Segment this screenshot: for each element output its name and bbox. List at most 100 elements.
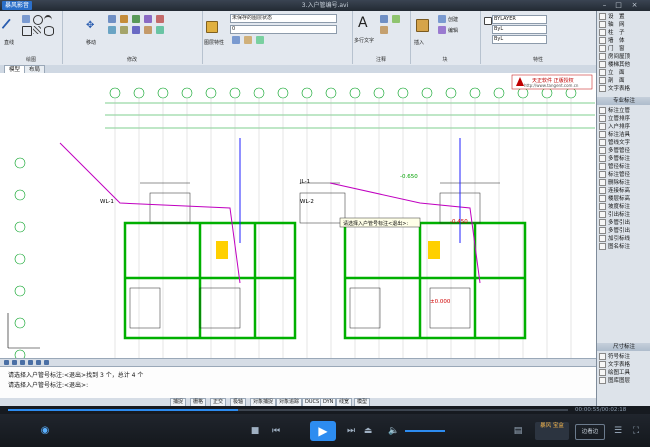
layer-state-combo[interactable]: 未保存的图层状态 (230, 14, 337, 23)
section-header-dimension[interactable]: 尺寸标注 (597, 343, 650, 351)
toolbox-icon[interactable]: ▤ (512, 426, 524, 436)
panel-item[interactable]: 多管标注 (599, 155, 649, 163)
panel-item[interactable]: 标注立管 (599, 107, 649, 115)
ellipse-icon[interactable] (44, 26, 54, 36)
panel-item[interactable]: 立管排序 (599, 115, 649, 123)
panel-item[interactable]: 文字表格 (599, 85, 649, 93)
panel-item[interactable]: 剖 面 (599, 77, 649, 85)
next-icon[interactable]: ⏭ (345, 426, 357, 436)
color-combo[interactable]: BYLAYER (492, 15, 547, 24)
eject-icon[interactable]: ⏏ (362, 426, 374, 436)
minimize-icon[interactable]: – (600, 1, 609, 10)
panel-item[interactable]: 引出标注 (599, 211, 649, 219)
panel-item[interactable]: 管径标注 (599, 163, 649, 171)
lineweight-combo[interactable]: ByL (492, 35, 547, 44)
scale-icon[interactable] (120, 26, 128, 34)
linetype-combo[interactable]: ByL (492, 25, 547, 34)
panel-item[interactable]: 标注洁具 (599, 131, 649, 139)
fullscreen-icon[interactable]: ⛶ (630, 426, 642, 436)
stretch-icon[interactable] (108, 26, 116, 34)
rectangle-icon[interactable] (22, 26, 32, 36)
playlist-icon[interactable]: ☰ (612, 426, 624, 436)
axis-bubble (14, 349, 26, 358)
panel-item[interactable]: 文字表格 (599, 361, 649, 369)
leader-icon[interactable] (380, 26, 388, 34)
volume-icon[interactable]: 🔈 (388, 426, 400, 436)
play-button[interactable]: ▶ (310, 421, 336, 441)
toolbar-icon[interactable] (28, 360, 33, 365)
mtext-icon[interactable]: A (358, 16, 370, 30)
polyline-icon[interactable] (22, 15, 30, 23)
panel-item[interactable]: 图库图层 (599, 377, 649, 385)
panel-item[interactable]: 门 窗 (599, 45, 649, 53)
eye-icon[interactable]: ◉ (34, 426, 56, 436)
maximize-icon[interactable]: □ (614, 1, 623, 10)
panel-item[interactable]: 房间屋顶 (599, 53, 649, 61)
close-icon[interactable]: × (630, 1, 639, 10)
previous-icon[interactable]: ⏮ (270, 426, 282, 436)
command-prompt-line[interactable]: 请选择入户管号标注:<退出>: (8, 380, 88, 389)
color-swatch[interactable] (484, 17, 492, 25)
panel-item[interactable]: 设 置 (599, 13, 649, 21)
toolbar-icon[interactable] (36, 360, 41, 365)
panel-item[interactable]: 管线文字 (599, 139, 649, 147)
trim-icon[interactable] (120, 15, 128, 23)
stop-icon[interactable]: ■ (250, 426, 260, 436)
layer-tool-icon[interactable] (256, 36, 264, 44)
panel-item[interactable]: 多管引出 (599, 219, 649, 227)
table-icon[interactable] (392, 15, 400, 23)
panel-item[interactable]: 连接标高 (599, 187, 649, 195)
explode-icon[interactable] (156, 26, 164, 34)
panel-item[interactable]: 柱 子 (599, 29, 649, 37)
create-block-icon[interactable] (438, 15, 446, 23)
drawing-canvas[interactable]: 天正软件 正版授权 http://www.tangent.com.cn JL-1… (0, 73, 596, 358)
panel-item[interactable]: 入户排序 (599, 123, 649, 131)
circle-icon[interactable] (33, 15, 43, 25)
toolbar-icon[interactable] (12, 360, 17, 365)
panel-item[interactable]: 楼梯其他 (599, 61, 649, 69)
fillet-icon[interactable] (156, 15, 164, 23)
section-header-annotation[interactable]: 专业标注 (597, 97, 650, 105)
line-icon[interactable] (1, 18, 19, 36)
brand-button[interactable]: 暴风 宝盒 (535, 422, 569, 440)
layer-combo[interactable]: 0 (230, 25, 337, 34)
rotate-icon[interactable] (108, 15, 116, 23)
toolbar-icon[interactable] (4, 360, 9, 365)
panel-item[interactable]: 多管管径 (599, 147, 649, 155)
dimension-icon[interactable] (380, 15, 388, 23)
erase-icon[interactable] (144, 26, 152, 34)
layer-tool-icon[interactable] (232, 36, 240, 44)
panel-item[interactable]: 加引标线 (599, 235, 649, 243)
panel-item[interactable]: 墙 体 (599, 37, 649, 45)
toolbar-icon[interactable] (44, 360, 49, 365)
insert-block-icon[interactable] (416, 19, 429, 32)
panel-item-label: 标注管径 (608, 172, 631, 178)
watch-while-download-button[interactable]: 边看边 (575, 424, 605, 440)
layer-properties-icon[interactable] (206, 21, 218, 33)
panel-item[interactable]: 多管引出 (599, 227, 649, 235)
status-bar: 捕捉 栅格 正交 极轴 对象捕捉 对象追踪 DUCS DYN 线宽 模型 (0, 398, 596, 407)
hatch-icon[interactable] (33, 26, 41, 34)
panel-item[interactable]: 坡度标注 (599, 203, 649, 211)
panel-item-label: 绘图工具 (608, 370, 631, 376)
layer-tool-icon[interactable] (244, 36, 252, 44)
panel-item[interactable]: 楼层标高 (599, 195, 649, 203)
panel-item[interactable]: 删除标注 (599, 179, 649, 187)
volume-slider[interactable] (405, 430, 445, 432)
axis-bubble (229, 87, 241, 99)
panel-item[interactable]: 标注管径 (599, 171, 649, 179)
edit-block-icon[interactable] (438, 26, 446, 34)
panel-item[interactable]: 立 面 (599, 69, 649, 77)
panel-item[interactable]: 图名标注 (599, 243, 649, 251)
player-menu-button[interactable]: 暴风影音 (2, 1, 33, 10)
move-icon[interactable]: ✥ (86, 21, 96, 31)
arc-icon[interactable] (44, 15, 52, 25)
panel-item[interactable]: 绘图工具 (599, 369, 649, 377)
player-progress-bar[interactable]: 00:00:55/00:02:18 (0, 406, 650, 414)
mirror-icon[interactable] (144, 15, 152, 23)
panel-item[interactable]: 轴 网 (599, 21, 649, 29)
copy-icon[interactable] (132, 15, 140, 23)
toolbar-icon[interactable] (20, 360, 25, 365)
panel-item[interactable]: 符号标注 (599, 353, 649, 361)
array-icon[interactable] (132, 26, 140, 34)
